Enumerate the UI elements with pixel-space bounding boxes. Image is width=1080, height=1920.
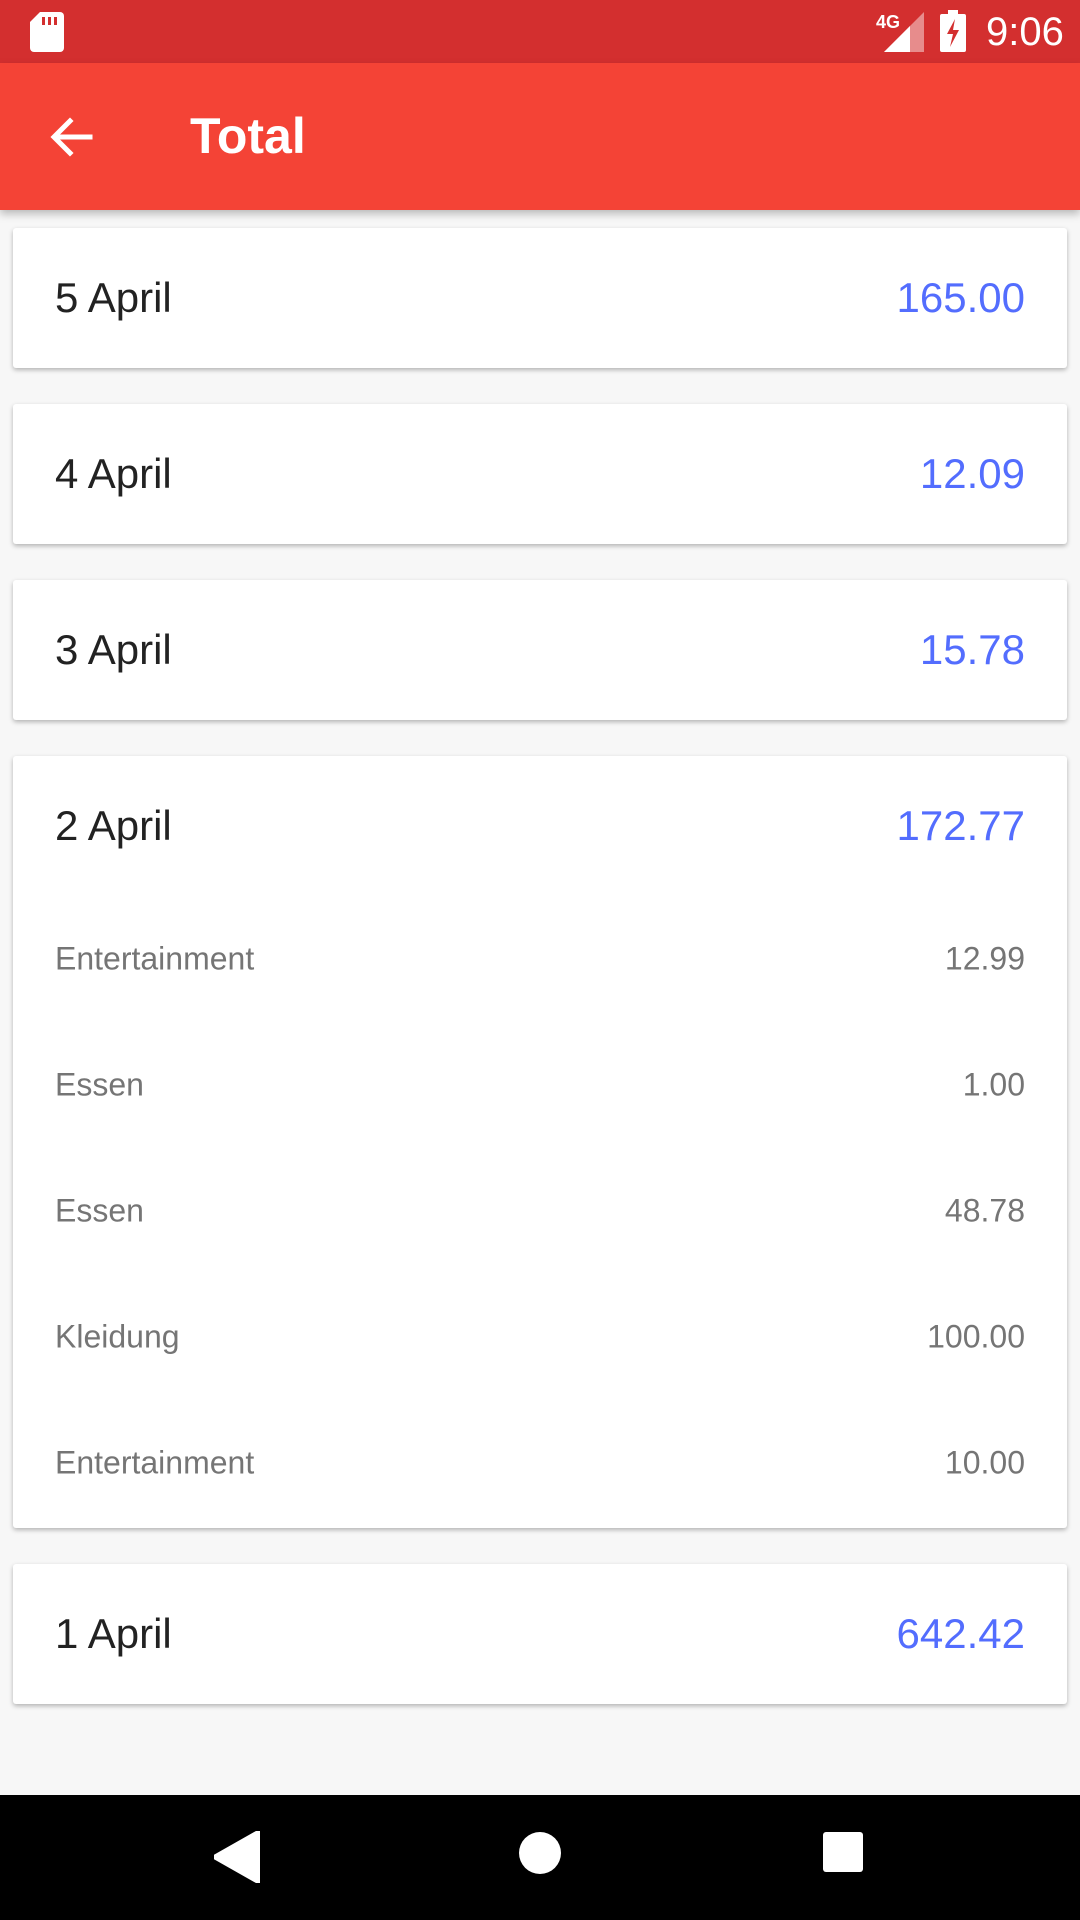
expense-category: Essen [55,1192,144,1229]
day-card-header[interactable]: 2 April 172.77 [13,756,1067,896]
status-bar: 4G 9:06 [0,0,1080,63]
expense-amount: 12.99 [944,940,1025,977]
day-card-header[interactable]: 4 April 12.09 [13,404,1067,544]
expense-row[interactable]: Entertainment 12.99 [13,896,1067,1022]
page-title: Total [190,108,306,164]
day-total: 172.77 [896,802,1025,849]
day-total: 12.09 [919,450,1025,497]
expense-amount: 100.00 [927,1318,1025,1355]
expense-category: Essen [55,1066,144,1103]
day-total: 15.78 [919,626,1025,673]
day-date: 1 April [55,1610,172,1657]
day-date: 2 April [55,802,172,849]
expense-amount: 48.78 [944,1192,1025,1229]
expense-amount: 10.00 [944,1444,1025,1481]
day-date: 5 April [55,274,172,321]
expense-category: Entertainment [55,940,255,977]
day-card-header[interactable]: 5 April 165.00 [13,228,1067,368]
status-clock: 9:06 [986,10,1064,54]
day-card-1-april[interactable]: 1 April 642.42 [13,1564,1067,1704]
expense-row[interactable]: Kleidung 100.00 [13,1274,1067,1400]
list-bottom-space [0,1723,1080,1795]
day-card-5-april[interactable]: 5 April 165.00 [13,228,1067,368]
day-total: 642.42 [896,1610,1025,1657]
system-nav-bar [0,1795,1080,1920]
sd-card-icon [30,12,64,52]
nav-recents-icon[interactable] [823,1832,863,1872]
day-total: 165.00 [896,274,1025,321]
expense-category: Entertainment [55,1444,255,1481]
nav-home-icon[interactable] [518,1831,562,1875]
day-card-3-april[interactable]: 3 April 15.78 [13,580,1067,720]
app-bar: Total [0,63,1080,210]
signal-icon [884,12,924,52]
expense-row[interactable]: Entertainment 10.00 [13,1400,1067,1526]
day-card-header[interactable]: 1 April 642.42 [13,1564,1067,1704]
expense-category: Kleidung [55,1318,180,1355]
day-date: 4 April [55,450,172,497]
expense-row[interactable]: Essen 1.00 [13,1022,1067,1148]
day-card-header[interactable]: 3 April 15.78 [13,580,1067,720]
day-list: 5 April 165.00 4 April 12.09 3 April 15.… [13,228,1067,1704]
day-date: 3 April [55,626,172,673]
arrow-left-icon[interactable] [44,109,100,165]
expense-row[interactable]: Essen 48.78 [13,1148,1067,1274]
day-card-4-april[interactable]: 4 April 12.09 [13,404,1067,544]
nav-back-icon[interactable] [214,1831,260,1883]
expense-amount: 1.00 [962,1066,1025,1103]
battery-charging-icon [940,10,966,52]
day-card-2-april[interactable]: 2 April 172.77 Entertainment 12.99 Essen… [13,756,1067,1528]
